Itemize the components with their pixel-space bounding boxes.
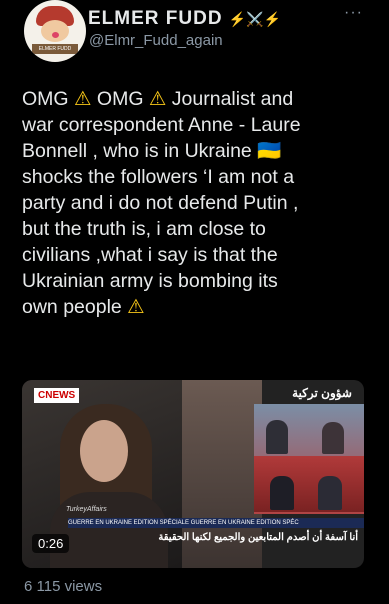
tweet-line: Ukrainian army is bombing its: [22, 270, 278, 292]
user-handle[interactable]: @Elmr_Fudd_again: [89, 32, 223, 49]
arabic-channel-logo: شؤون تركية: [292, 386, 352, 400]
display-name[interactable]: ELMER FUDD ⚡️⚔️⚡️: [88, 8, 281, 30]
avatar-sign: ELMER FUDD: [32, 44, 78, 54]
tweet-line: war correspondent Anne - Laure: [22, 114, 301, 136]
warning-icon: ⚠: [74, 88, 92, 110]
tweet-text: OMG ⚠ OMG ⚠ Journalist and war correspon…: [22, 86, 374, 320]
avatar-face: [41, 20, 69, 42]
display-name-text[interactable]: ELMER FUDD: [88, 8, 223, 29]
avatar-nose: [52, 32, 59, 38]
studio-person: [270, 476, 294, 510]
tweet-line: shocks the followers ‘I am not a: [22, 166, 295, 188]
video-watermark: TurkeyAffairs: [66, 506, 107, 513]
tweet-line: civilians ,what i say is that the: [22, 244, 278, 266]
video-caption: أنا آسفة أن أصدم المتابعين والجميع لكنها…: [158, 532, 358, 543]
studio-person: [322, 422, 344, 454]
studio-person: [266, 420, 288, 454]
warning-icon: ⚠: [127, 296, 145, 318]
tweet-line: OMG ⚠ OMG ⚠ Journalist and: [22, 88, 294, 110]
tweet-line: own people ⚠: [22, 296, 145, 318]
video-duration: 0:26: [32, 534, 70, 553]
tweet-line: party and i do not defend Putin ,: [22, 192, 299, 214]
more-options-icon[interactable]: ···: [344, 4, 363, 22]
view-count: 6 115 views: [24, 578, 103, 595]
channel-logo: CNEWS: [34, 388, 80, 403]
avatar[interactable]: ELMER FUDD: [24, 0, 86, 62]
warning-icon: ⚠: [148, 88, 167, 110]
studio-person: [318, 476, 342, 510]
name-emoji-badges: ⚡️⚔️⚡️: [228, 11, 282, 27]
video-player[interactable]: CNEWS شؤون تركية TurkeyAffairs GUERRE EN…: [22, 380, 364, 568]
news-ticker: GUERRE EN UKRAINE EDITION SPÉCIALE GUERR…: [68, 518, 364, 528]
tweet-header: ELMER FUDD ELMER FUDD ⚡️⚔️⚡️ @Elmr_Fudd_…: [0, 0, 389, 70]
video-person-face: [80, 420, 128, 482]
tweet-line: Bonnell , who is in Ukraine 🇺🇦: [22, 140, 282, 162]
tweet-line: but the truth is, i am close to: [22, 218, 266, 240]
